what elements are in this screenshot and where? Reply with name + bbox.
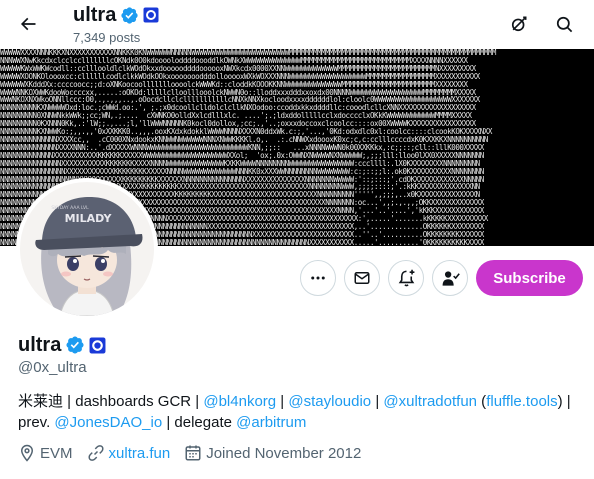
profile-header: ultra 7,349 posts bbox=[0, 0, 594, 49]
profile-bio: 米莱迪 | dashboards GCR | @bl4nkorg | @stay… bbox=[18, 391, 583, 433]
affiliate-badge-icon[interactable] bbox=[89, 337, 106, 354]
location: EVM bbox=[18, 444, 73, 462]
avatar-image: MILADY SKYDAY AAA LVL bbox=[20, 182, 154, 316]
affiliate-badge-icon bbox=[143, 7, 159, 23]
back-button[interactable] bbox=[12, 8, 44, 40]
envelope-icon bbox=[354, 272, 370, 284]
bio-text-prev: prev. bbox=[18, 414, 55, 431]
bio-separator: | bbox=[371, 393, 384, 410]
search-icon bbox=[556, 16, 572, 32]
header-title: ultra bbox=[73, 4, 117, 26]
location-pin-icon bbox=[20, 444, 34, 462]
header-title-block: ultra 7,349 posts bbox=[73, 3, 159, 46]
more-horizontal-icon bbox=[311, 276, 325, 280]
join-date: Joined November 2012 bbox=[184, 444, 361, 462]
search-button[interactable] bbox=[548, 8, 580, 40]
grok-icon-button[interactable] bbox=[503, 8, 535, 40]
bio-separator: ( bbox=[477, 393, 487, 410]
subscribe-button[interactable]: Subscribe bbox=[476, 260, 583, 296]
bio-text-delegate: | delegate bbox=[162, 414, 237, 431]
following-button[interactable] bbox=[432, 260, 468, 296]
bio-separator: | bbox=[276, 393, 289, 410]
cap-text: MILADY bbox=[65, 212, 113, 225]
avatar[interactable]: MILADY SKYDAY AAA LVL bbox=[16, 178, 158, 320]
bio-separator: ) | bbox=[557, 393, 571, 410]
bio-link-arbitrum[interactable]: @arbitrum bbox=[236, 414, 306, 431]
calendar-icon bbox=[185, 445, 201, 461]
user-handle: @0x_ultra bbox=[18, 359, 87, 376]
link-icon bbox=[87, 445, 104, 461]
join-date-text: Joined November 2012 bbox=[206, 444, 362, 462]
grok-icon bbox=[511, 16, 527, 32]
display-name-row: ultra bbox=[18, 333, 106, 357]
cap-small-text: SKYDAY AAA LVL bbox=[51, 205, 89, 211]
bio-link-jonesdao[interactable]: @JonesDAO_io bbox=[54, 414, 162, 431]
post-count: 7,349 posts bbox=[73, 30, 141, 45]
bio-text: 米莱迪 | dashboards GCR | bbox=[18, 393, 204, 410]
bio-link-xultradotfun[interactable]: @xultradotfun bbox=[383, 393, 477, 410]
bio-link-bl4nkorg[interactable]: @bl4nkorg bbox=[203, 393, 276, 410]
user-check-icon bbox=[442, 270, 460, 286]
bio-link-fluffle-tools[interactable]: fluffle.tools bbox=[486, 393, 557, 410]
more-button[interactable] bbox=[300, 260, 336, 296]
bio-link-stayloudio[interactable]: @stayloudio bbox=[288, 393, 371, 410]
verified-badge-icon bbox=[120, 6, 139, 25]
notifications-button[interactable] bbox=[388, 260, 424, 296]
location-text: EVM bbox=[40, 444, 73, 462]
verified-badge-icon[interactable] bbox=[65, 335, 85, 355]
profile-meta: EVM xultra.fun Joined November 2012 bbox=[18, 444, 375, 462]
display-name: ultra bbox=[18, 334, 62, 356]
website-link[interactable]: xultra.fun bbox=[109, 445, 171, 462]
website: xultra.fun bbox=[87, 444, 171, 462]
message-button[interactable] bbox=[344, 260, 380, 296]
arrow-left-icon bbox=[20, 17, 36, 31]
bell-plus-icon bbox=[398, 269, 414, 286]
